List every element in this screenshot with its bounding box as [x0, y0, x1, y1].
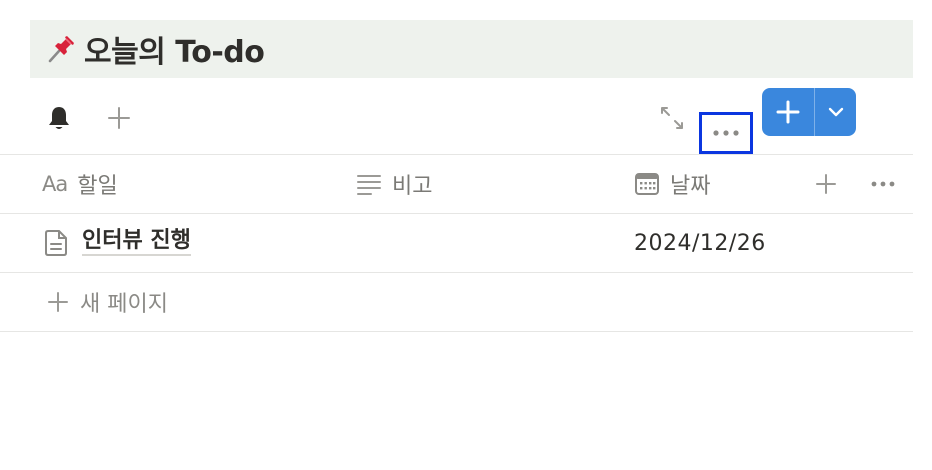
expand-icon	[661, 107, 683, 129]
task-cell[interactable]: 인터뷰 진행	[44, 214, 191, 272]
page-title: 오늘의 To-do	[84, 35, 265, 70]
more-horizontal-icon	[713, 130, 739, 136]
more-options-button[interactable]	[699, 112, 753, 154]
new-item-dropdown-button[interactable]	[815, 88, 856, 136]
new-item-button[interactable]	[762, 88, 814, 136]
new-page-button[interactable]: 새 페이지	[46, 273, 168, 331]
date-cell[interactable]: 2024/12/26	[634, 214, 766, 272]
bell-icon[interactable]	[44, 103, 74, 133]
add-view-button[interactable]	[104, 103, 134, 133]
plus-icon	[776, 100, 800, 124]
column-header-task[interactable]: Aa 할일	[42, 155, 118, 213]
new-row-border	[0, 331, 913, 332]
column-label: 날짜	[670, 174, 711, 199]
page-header: 오늘의 To-do	[30, 20, 913, 78]
document-icon	[44, 229, 68, 257]
column-header-date[interactable]: 날짜	[634, 155, 710, 213]
new-page-row[interactable]: 새 페이지	[0, 273, 913, 331]
text-lines-icon	[356, 173, 382, 195]
column-label: 할일	[77, 174, 118, 199]
pushpin-icon	[44, 32, 78, 66]
new-item-button-group	[762, 88, 856, 136]
calendar-icon	[634, 172, 660, 196]
title-property-icon: Aa	[42, 172, 68, 196]
add-property-button[interactable]	[814, 155, 838, 213]
chevron-down-icon	[828, 107, 843, 117]
column-label: 비고	[392, 174, 433, 199]
plus-icon	[108, 107, 130, 129]
plus-icon	[816, 174, 836, 194]
column-options-button[interactable]	[870, 155, 896, 213]
expand-button[interactable]	[657, 103, 687, 133]
table-header: Aa 할일 비고 날짜	[0, 155, 913, 213]
table-row[interactable]: 인터뷰 진행 2024/12/26	[0, 214, 913, 272]
new-page-label: 새 페이지	[80, 292, 168, 317]
plus-icon	[48, 292, 68, 312]
more-horizontal-icon	[871, 181, 895, 187]
column-header-note[interactable]: 비고	[356, 155, 432, 213]
database-page: 오늘의 To-do Aa 할일 비고 날짜 인터뷰 진행 2024/12/26 …	[0, 0, 932, 470]
task-title[interactable]: 인터뷰 진행	[82, 230, 191, 256]
